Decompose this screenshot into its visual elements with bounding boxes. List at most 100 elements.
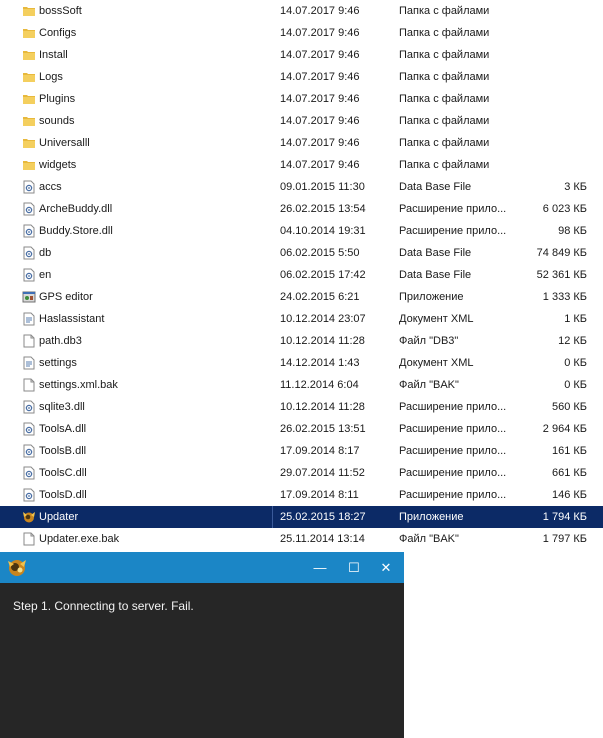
file-row[interactable]: GPS editor 24.02.2015 6:21 Приложение 1 333… [0,286,603,308]
file-row[interactable]: widgets 14.07.2017 9:46 Папка с файлами [0,154,603,176]
file-row[interactable]: sounds 14.07.2017 9:46 Папка с файлами [0,110,603,132]
file-type: Расширение прило... [399,467,507,479]
file-date: 29.07.2014 11:52 [280,467,365,479]
file-date: 14.07.2017 9:46 [280,159,360,171]
file-date: 10.12.2014 11:28 [280,401,365,413]
file-date: 25.02.2015 18:27 [280,511,366,523]
file-type: Приложение [399,291,464,303]
file-date: 14.07.2017 9:46 [280,71,360,83]
folder-icon [22,158,36,172]
blank-file-icon [22,378,36,392]
file-row[interactable]: Universalll 14.07.2017 9:46 Папка с файлам… [0,132,603,154]
file-row[interactable]: path.db3 10.12.2014 11:28 Файл "DB3" 12 КБ [0,330,603,352]
file-row[interactable]: settings 14.12.2014 1:43 Документ XML 0 КБ [0,352,603,374]
file-date: 06.02.2015 17:42 [280,269,366,281]
file-row[interactable]: db 06.02.2015 5:50 Data Base File 74 849 КБ [0,242,603,264]
file-type: Документ XML [399,313,474,325]
file-date: 14.07.2017 9:46 [280,5,360,17]
updater-titlebar[interactable]: — ☐ ✕ [0,552,404,583]
file-size: 52 361 КБ [536,269,587,281]
system-file-icon [22,224,36,238]
file-date: 17.09.2014 8:17 [280,445,360,457]
file-row[interactable]: Haslassistant 10.12.2014 23:07 Документ XM… [0,308,603,330]
file-list: bossSoft 14.07.2017 9:46 Папка с файлами Co… [0,0,603,550]
file-type: Папка с файлами [399,115,490,127]
file-size: 98 КБ [558,225,587,237]
file-date: 04.10.2014 19:31 [280,225,366,237]
file-row[interactable]: Logs 14.07.2017 9:46 Папка с файлами [0,66,603,88]
file-name: GPS editor [39,291,93,303]
close-button[interactable]: ✕ [371,552,401,583]
folder-icon [22,136,36,150]
updater-window: — ☐ ✕ Step 1. Connecting to server. Fail… [0,552,404,738]
file-date: 24.02.2015 6:21 [280,291,360,303]
file-name: Buddy.Store.dll [39,225,113,237]
maximize-button[interactable]: ☐ [339,552,369,583]
file-row[interactable]: Updater 25.02.2015 18:27 Приложение 1 794 К… [0,506,603,528]
file-row[interactable]: settings.xml.bak 11.12.2014 6:04 Файл "BAK… [0,374,603,396]
folder-icon [22,70,36,84]
file-row[interactable]: sqlite3.dll 10.12.2014 11:28 Расширение пр… [0,396,603,418]
file-date: 17.09.2014 8:11 [280,489,359,501]
file-row[interactable]: bossSoft 14.07.2017 9:46 Папка с файлами [0,0,603,22]
file-name: path.db3 [39,335,82,347]
file-name: Logs [39,71,63,83]
file-size: 0 КБ [564,357,587,369]
file-date: 11.12.2014 6:04 [280,379,359,391]
file-row[interactable]: ToolsC.dll 29.07.2014 11:52 Расширение при… [0,462,603,484]
file-row[interactable]: Configs 14.07.2017 9:46 Папка с файлами [0,22,603,44]
file-size: 74 849 КБ [536,247,587,259]
file-type: Data Base File [399,181,472,193]
file-name: Updater [39,511,79,523]
system-file-icon [22,246,36,260]
file-size: 661 КБ [551,467,587,479]
file-type: Приложение [399,511,464,523]
file-date: 14.07.2017 9:46 [280,49,360,61]
file-name: bossSoft [39,5,82,17]
file-name: settings [39,357,77,369]
file-date: 09.01.2015 11:30 [280,181,365,193]
file-name: widgets [39,159,77,171]
file-name: db [39,247,52,259]
system-file-icon [22,180,36,194]
status-message: Step 1. Connecting to server. Fail. [13,599,194,613]
file-row[interactable]: Install 14.07.2017 9:46 Папка с файлами [0,44,603,66]
file-type: Папка с файлами [399,159,490,171]
system-file-icon [22,488,36,502]
folder-icon [22,92,36,106]
file-type: Папка с файлами [399,93,490,105]
file-size: 1 333 КБ [542,291,587,303]
minimize-button[interactable]: — [305,552,335,583]
file-row[interactable]: ToolsA.dll 26.02.2015 13:51 Расширение при… [0,418,603,440]
file-size: 2 964 КБ [542,423,587,435]
file-type: Расширение прило... [399,401,507,413]
file-date: 10.12.2014 23:07 [280,313,366,325]
file-type: Документ XML [399,357,474,369]
file-row[interactable]: ArcheBuddy.dll 26.02.2015 13:54 Расширение… [0,198,603,220]
system-file-icon [22,444,36,458]
file-name: Plugins [39,93,76,105]
system-file-icon [22,400,36,414]
file-date: 10.12.2014 11:28 [280,335,365,347]
file-row[interactable]: ToolsD.dll 17.09.2014 8:11 Расширение прил… [0,484,603,506]
app-logo-icon [5,555,29,579]
file-size: 1 КБ [564,313,587,325]
file-row[interactable]: Updater.exe.bak 25.11.2014 13:14 Файл "BAK… [0,528,603,550]
blank-file-icon [22,532,36,546]
file-name: ToolsD.dll [39,489,87,501]
file-row[interactable]: en 06.02.2015 17:42 Data Base File 52 361 К… [0,264,603,286]
file-name: Updater.exe.bak [39,533,120,545]
file-type: Папка с файлами [399,137,490,149]
file-type: Папка с файлами [399,27,490,39]
file-type: Расширение прило... [399,423,507,435]
file-size: 146 КБ [551,489,587,501]
file-row[interactable]: Plugins 14.07.2017 9:46 Папка с файлами [0,88,603,110]
file-row[interactable]: accs 09.01.2015 11:30 Data Base File 3 КБ [0,176,603,198]
file-row[interactable]: ToolsB.dll 17.09.2014 8:17 Расширение прил… [0,440,603,462]
file-row[interactable]: Buddy.Store.dll 04.10.2014 19:31 Расширени… [0,220,603,242]
file-type: Data Base File [399,269,472,281]
file-name: sounds [39,115,75,127]
file-type: Расширение прило... [399,489,507,501]
file-type: Папка с файлами [399,5,490,17]
file-type: Расширение прило... [399,445,507,457]
